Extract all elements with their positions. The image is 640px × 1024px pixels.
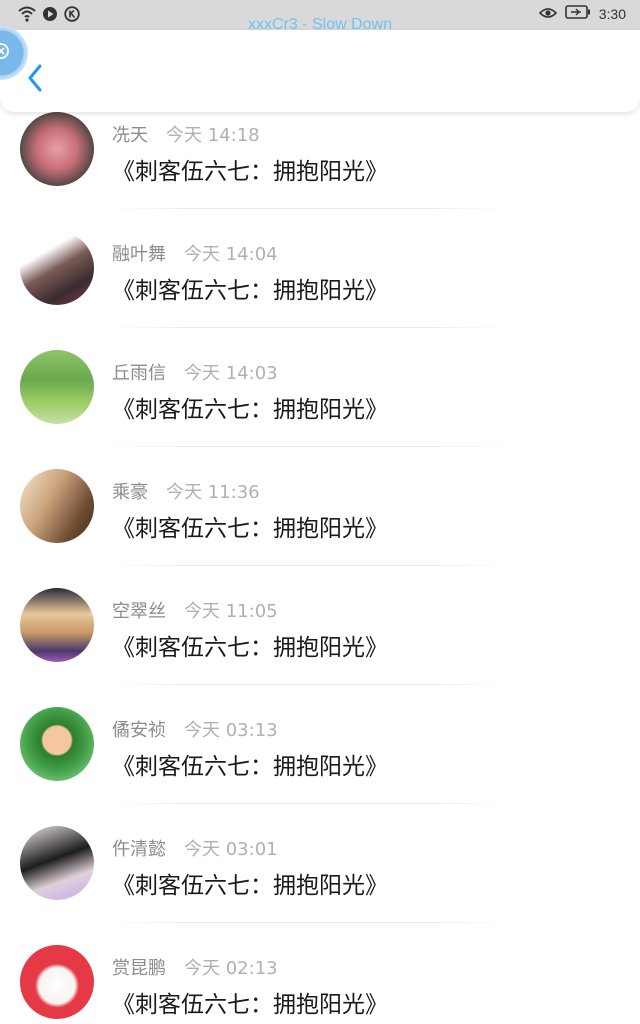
item-meta: 冼天 今天 14:18 — [112, 121, 260, 147]
list-item[interactable]: 丘雨信 今天 14:03 《刺客伍六七：拥抱阳光》 — [0, 350, 640, 469]
back-button[interactable] — [24, 62, 48, 94]
item-content[interactable]: 《刺客伍六七：拥抱阳光》 — [112, 509, 388, 543]
item-meta: 融叶舞 今天 14:04 — [112, 240, 278, 266]
timestamp: 今天 02:13 — [184, 958, 278, 979]
divider — [104, 446, 512, 447]
timestamp: 今天 14:03 — [184, 363, 278, 384]
user-name[interactable]: 赏昆鹏 — [112, 954, 166, 980]
item-content[interactable]: 《刺客伍六七：拥抱阳光》 — [112, 271, 388, 305]
list-item[interactable]: 空翠丝 今天 11:05 《刺客伍六七：拥抱阳光》 — [0, 588, 640, 707]
item-content[interactable]: 《刺客伍六七：拥抱阳光》 — [112, 628, 388, 662]
item-meta: 僪安祯 今天 03:13 — [112, 716, 278, 742]
item-meta: 空翠丝 今天 11:05 — [112, 597, 278, 623]
list-item[interactable]: 仵清懿 今天 03:01 《刺客伍六七：拥抱阳光》 — [0, 826, 640, 945]
divider — [104, 922, 512, 923]
user-name[interactable]: 融叶舞 — [112, 240, 166, 266]
item-meta: 丘雨信 今天 14:03 — [112, 359, 278, 385]
timestamp: 今天 14:18 — [166, 125, 260, 146]
user-name[interactable]: 丘雨信 — [112, 359, 166, 385]
list-item[interactable]: 僪安祯 今天 03:13 《刺客伍六七：拥抱阳光》 — [0, 707, 640, 826]
item-meta: 仵清懿 今天 03:01 — [112, 835, 278, 861]
item-content[interactable]: 《刺客伍六七：拥抱阳光》 — [112, 390, 388, 424]
divider — [104, 684, 512, 685]
timestamp: 今天 03:01 — [184, 839, 278, 860]
item-meta: 赏昆鹏 今天 02:13 — [112, 954, 278, 980]
timestamp: 今天 11:36 — [166, 482, 260, 503]
divider — [104, 565, 512, 566]
list-item[interactable]: 赏昆鹏 今天 02:13 《刺客伍六七：拥抱阳光》 — [0, 945, 640, 1024]
avatar[interactable] — [20, 588, 94, 662]
item-content[interactable]: 《刺客伍六七：拥抱阳光》 — [112, 152, 388, 186]
item-content[interactable]: 《刺客伍六七：拥抱阳光》 — [112, 866, 388, 900]
eye-icon — [538, 5, 557, 24]
chevron-left-icon — [24, 64, 48, 98]
avatar[interactable] — [20, 945, 94, 1019]
user-name[interactable]: 仵清懿 — [112, 835, 166, 861]
user-name[interactable]: 冼天 — [112, 121, 148, 147]
user-name[interactable]: 乘豪 — [112, 478, 148, 504]
user-name[interactable]: 空翠丝 — [112, 597, 166, 623]
list-item[interactable]: 乘豪 今天 11:36 《刺客伍六七：拥抱阳光》 — [0, 469, 640, 588]
avatar[interactable] — [20, 112, 94, 186]
battery-icon — [564, 4, 591, 24]
clock: 3:30 — [598, 6, 626, 22]
close-circle-icon — [0, 43, 9, 59]
timestamp: 今天 11:05 — [184, 601, 278, 622]
item-meta: 乘豪 今天 11:36 — [112, 478, 260, 504]
avatar[interactable] — [20, 469, 94, 543]
avatar[interactable] — [20, 826, 94, 900]
avatar[interactable] — [20, 231, 94, 305]
timestamp: 今天 14:04 — [184, 244, 278, 265]
status-bar: xxxCr3 - Slow Down 3:30 — [0, 0, 640, 33]
divider — [104, 327, 512, 328]
item-content[interactable]: 《刺客伍六七：拥抱阳光》 — [112, 985, 388, 1019]
avatar[interactable] — [20, 707, 94, 781]
list-item[interactable]: 冼天 今天 14:18 《刺客伍六七：拥抱阳光》 — [0, 112, 640, 231]
list-item[interactable]: 融叶舞 今天 14:04 《刺客伍六七：拥抱阳光》 — [0, 231, 640, 350]
comment-list: 冼天 今天 14:18 《刺客伍六七：拥抱阳光》 融叶舞 今天 14:04 《刺… — [0, 112, 640, 1024]
avatar[interactable] — [20, 350, 94, 424]
timestamp: 今天 03:13 — [184, 720, 278, 741]
divider — [104, 208, 512, 209]
status-right-icons: 3:30 — [538, 4, 626, 24]
user-name[interactable]: 僪安祯 — [112, 716, 166, 742]
item-content[interactable]: 《刺客伍六七：拥抱阳光》 — [112, 747, 388, 781]
screen: xxxCr3 - Slow Down 3:30 冼天 今天 14:18 《刺客伍… — [0, 0, 640, 1024]
divider — [104, 803, 512, 804]
header-bar — [0, 30, 640, 112]
